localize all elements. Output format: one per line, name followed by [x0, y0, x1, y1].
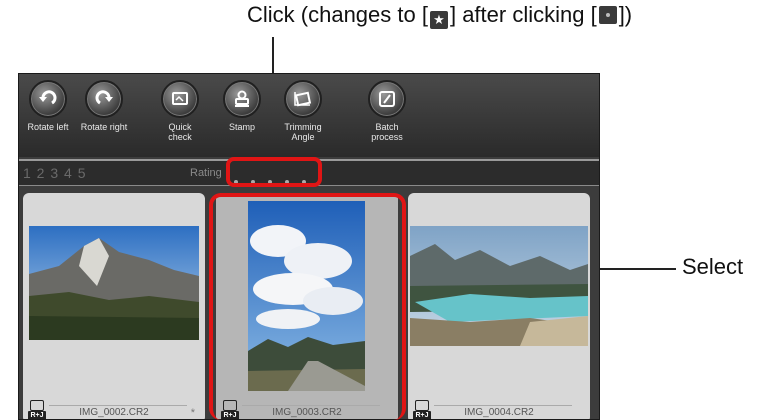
- rating-highlight-box: [226, 157, 322, 187]
- trimming-angle-icon: [294, 91, 312, 107]
- callout-select: Select: [682, 254, 744, 279]
- thumbnail-filename: IMG_0002.CR2: [79, 407, 149, 418]
- dot-rating-icon: [598, 6, 617, 24]
- callout-click-rating: Click (changes to [★] after clicking []): [247, 2, 633, 29]
- rating-label: Rating: [190, 167, 222, 179]
- rotate-right-button[interactable]: Rotate right: [77, 80, 131, 132]
- thumbnail-item[interactable]: R+J IMG_0002.CR2 *: [23, 193, 205, 419]
- rotate-left-icon: [39, 90, 57, 105]
- thumbnail-image: [410, 226, 588, 346]
- rotate-left-button[interactable]: Rotate left: [21, 80, 75, 132]
- batch-process-icon: [379, 91, 395, 107]
- toolbar: Rotate left Rotate right Quick check Sta…: [19, 74, 599, 157]
- stamp-icon: [235, 90, 249, 107]
- thumbnail-footer: R+J IMG_0004.CR2: [408, 399, 590, 419]
- stamp-button[interactable]: Stamp: [222, 80, 262, 132]
- quick-check-button[interactable]: Quick check: [159, 80, 201, 142]
- batch-process-button[interactable]: Batch process: [365, 80, 409, 142]
- thumbnail-image: [29, 226, 199, 340]
- check-mark-numbers[interactable]: 1 2 3 4 5: [23, 165, 87, 181]
- trimming-angle-button[interactable]: Trimming Angle: [279, 80, 327, 142]
- thumbnail-filename: IMG_0004.CR2: [464, 407, 534, 418]
- thumbnail-mark: *: [190, 407, 195, 419]
- thumbnail-footer: R+J IMG_0002.CR2 *: [23, 399, 205, 419]
- thumbnail-item[interactable]: R+J IMG_0004.CR2: [408, 193, 590, 419]
- rotate-right-icon: [95, 90, 113, 105]
- star-rating-icon: ★: [429, 11, 448, 29]
- selected-thumbnail-highlight-box: [209, 193, 406, 420]
- quick-check-icon: [172, 92, 188, 105]
